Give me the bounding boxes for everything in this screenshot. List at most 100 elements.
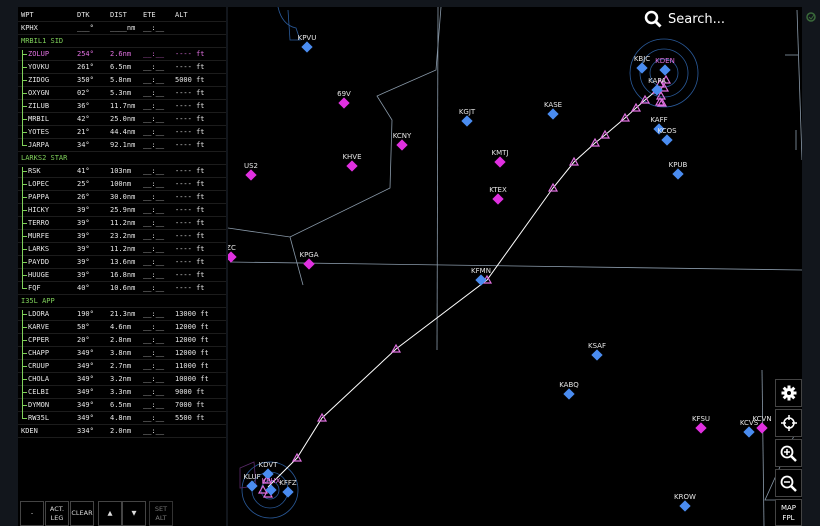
airport-khve[interactable]: KHVE: [342, 153, 362, 172]
leg-row[interactable]: CHOLA 349° 3.2nm __:__ 10000 ft: [18, 373, 226, 386]
airport-kmtj[interactable]: KMTJ: [492, 149, 509, 168]
clear-button[interactable]: CLEAR: [70, 501, 94, 526]
center-on-aircraft-button[interactable]: [775, 409, 802, 437]
flight-plan-panel: WPT DTK DIST ETE ALT KPHX ___° ____nm __:__ MRBIL…: [18, 7, 226, 526]
leg-ete: __:__: [143, 323, 165, 331]
leg-row[interactable]: CHAPP 349° 3.8nm __:__ 12000 ft: [18, 347, 226, 360]
origin-row[interactable]: KPHX ___° ____nm __:__: [18, 22, 226, 35]
airport-ksaf[interactable]: KSAF: [588, 342, 606, 361]
airport-kpvu[interactable]: KPVU: [298, 34, 317, 53]
airport-kffz[interactable]: KFFZ: [279, 479, 297, 498]
leg-row[interactable]: DYMON 349° 6.5nm __:__ 7000 ft: [18, 399, 226, 412]
leg-row[interactable]: ZIDOG 350° 5.8nm __:__ 5000 ft: [18, 74, 226, 87]
leg-connector: [23, 379, 27, 380]
airport-kabq[interactable]: KABQ: [559, 381, 579, 400]
leg-alt: ---- ft: [175, 232, 205, 240]
zoom-out-button[interactable]: [775, 469, 802, 497]
origin-dtk: ___°: [77, 24, 94, 32]
leg-row[interactable]: HICKY 39° 25.9nm __:__ ---- ft: [18, 204, 226, 217]
search-placeholder[interactable]: Search...: [668, 12, 725, 27]
leg-row[interactable]: TERRO 39° 11.2nm __:__ ---- ft: [18, 217, 226, 230]
search-box[interactable]: Search...: [644, 10, 725, 28]
leg-wpt: ZIDOG: [28, 76, 50, 84]
airport-krow[interactable]: KROW: [674, 493, 696, 512]
leg-connector: [23, 54, 27, 55]
leg-row[interactable]: FQF 40° 10.6nm __:__ ---- ft: [18, 282, 226, 295]
leg-row[interactable]: LARKS 39° 11.2nm __:__ ---- ft: [18, 243, 226, 256]
airport-kbjc[interactable]: KBJC: [634, 55, 650, 74]
airport-kden[interactable]: KDEN: [655, 57, 675, 76]
airport-label: KDVT: [259, 461, 279, 469]
map-view[interactable]: KPVU 69V KCNY KHVE US2 KGJT KASE KMTJ KTEX KPGA KF…: [228, 7, 802, 526]
airport-us2[interactable]: US2: [244, 162, 258, 181]
leg-ete: __:__: [143, 414, 165, 422]
leg-row[interactable]: MURFE 39° 23.2nm __:__ ---- ft: [18, 230, 226, 243]
right-edge: [802, 0, 820, 526]
map-canvas[interactable]: KPVU 69V KCNY KHVE US2 KGJT KASE KMTJ KTEX KPGA KF…: [228, 7, 802, 526]
leg-row[interactable]: ZILUB 36° 11.7nm __:__ ---- ft: [18, 100, 226, 113]
airport-kpub[interactable]: KPUB: [669, 161, 688, 180]
map-fpl-button[interactable]: MAP FPL: [775, 499, 802, 526]
leg-row[interactable]: MRBIL 42° 25.0nm __:__ ---- ft: [18, 113, 226, 126]
airport-kcos[interactable]: KCOS: [657, 127, 677, 146]
leg-ete: __:__: [143, 258, 165, 266]
leg-row[interactable]: HUUGE 39° 16.8nm __:__ ---- ft: [18, 269, 226, 282]
move-up-button[interactable]: ▲: [98, 501, 122, 526]
destination-row[interactable]: KDEN 334° 2.0nm __:__: [18, 425, 226, 438]
leg-dist: 44.4nm: [110, 128, 136, 136]
procedure-header[interactable]: MRBIL1 SID: [18, 35, 226, 48]
leg-wpt: CHOLA: [28, 375, 50, 383]
leg-row[interactable]: LOPEC 25° 100nm __:__ ---- ft: [18, 178, 226, 191]
airport-diamond-icon: [494, 156, 506, 168]
airport-diamond-icon: [659, 64, 671, 76]
procedure-header[interactable]: LARKS2 STAR: [18, 152, 226, 165]
leg-row[interactable]: OXYGN 02° 5.3nm __:__ ---- ft: [18, 87, 226, 100]
leg-row[interactable]: PAPPA 26° 30.0nm __:__ ---- ft: [18, 191, 226, 204]
leg-connector: [23, 236, 27, 237]
airport-kgjt[interactable]: KGJT: [459, 108, 476, 127]
leg-alt: ---- ft: [175, 219, 205, 227]
set-altitude-button[interactable]: SET ALT: [149, 501, 173, 526]
airport-kfsu[interactable]: KFSU: [692, 415, 710, 434]
airport-diamond-icon: [301, 41, 313, 53]
active-leg-row[interactable]: ZOLUP 254° 2.6nm __:__ ---- ft: [18, 48, 226, 61]
leg-connector: [23, 132, 27, 133]
leg-row[interactable]: YOTES 21° 44.4nm __:__ ---- ft: [18, 126, 226, 139]
leg-ete: __:__: [143, 219, 165, 227]
leg-row[interactable]: RW35L 349° 4.8nm __:__ 5500 ft: [18, 412, 226, 425]
airport-kluf[interactable]: KLUF: [243, 473, 261, 492]
leg-dist: 6.5nm: [110, 63, 132, 71]
leg-row[interactable]: KARVE 58° 4.6nm __:__ 12000 ft: [18, 321, 226, 334]
header-dist: DIST: [110, 11, 127, 19]
procedure-header[interactable]: I35L APP: [18, 295, 226, 308]
airport-diamond-icon: [492, 193, 504, 205]
airport-ktex[interactable]: KTEX: [489, 186, 507, 205]
minus-button[interactable]: -: [20, 501, 44, 526]
leg-row[interactable]: CPPER 20° 2.8nm __:__ 12000 ft: [18, 334, 226, 347]
leg-row[interactable]: CELBI 349° 3.3nm __:__ 9000 ft: [18, 386, 226, 399]
airport-69v[interactable]: 69V: [337, 90, 351, 109]
leg-alt: ---- ft: [175, 63, 205, 71]
leg-connector: [23, 288, 27, 289]
airport-kpga[interactable]: KPGA: [299, 251, 319, 270]
settings-button[interactable]: [775, 379, 802, 407]
leg-row[interactable]: CRUUP 349° 2.7nm __:__ 11000 ft: [18, 360, 226, 373]
leg-dist: 6.5nm: [110, 401, 132, 409]
leg-row[interactable]: LDORA 190° 21.3nm __:__ 13000 ft: [18, 308, 226, 321]
waypoint-triangle-icon[interactable]: [257, 484, 269, 494]
activate-leg-button[interactable]: ACT. LEG: [45, 501, 69, 526]
leg-row[interactable]: RSK 41° 103nm __:__ ---- ft: [18, 165, 226, 178]
leg-row[interactable]: JARPA 34° 92.1nm __:__ ---- ft: [18, 139, 226, 152]
leg-row[interactable]: PAYDD 39° 13.6nm __:__ ---- ft: [18, 256, 226, 269]
move-down-button[interactable]: ▼: [122, 501, 146, 526]
leg-dist: 2.6nm: [110, 50, 132, 58]
airport-diamond-icon: [475, 274, 487, 286]
airport-zc[interactable]: ZC: [228, 244, 237, 263]
airport-kcny[interactable]: KCNY: [393, 132, 412, 151]
airport-kase[interactable]: KASE: [544, 101, 562, 120]
airport-diamond-icon: [282, 486, 294, 498]
zoom-in-button[interactable]: [775, 439, 802, 467]
leg-row[interactable]: YOVKU 261° 6.5nm __:__ ---- ft: [18, 61, 226, 74]
leg-connector: [23, 418, 27, 419]
zoom-out-icon: [780, 475, 797, 492]
